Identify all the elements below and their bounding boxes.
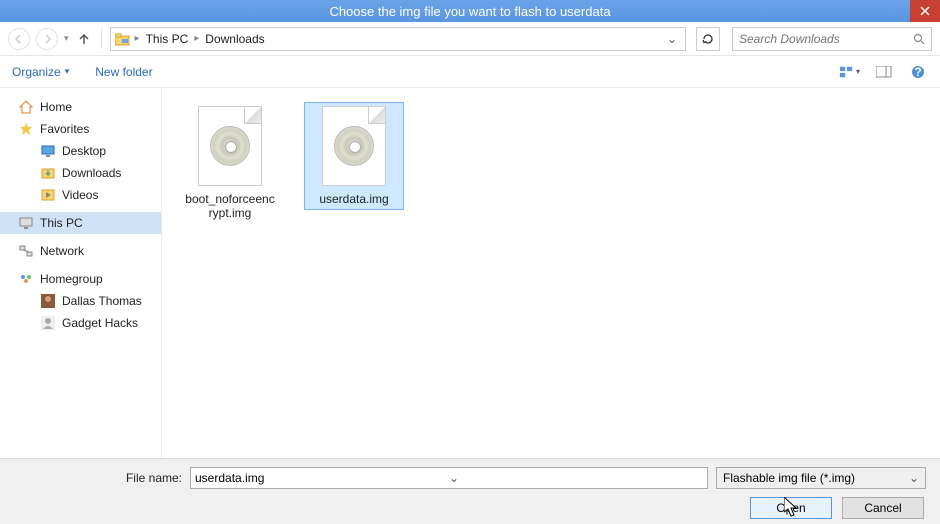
search-input[interactable]: [739, 32, 913, 46]
chevron-icon[interactable]: ▸: [135, 33, 140, 44]
sidebar-item-user2[interactable]: Gadget Hacks: [0, 312, 161, 334]
breadcrumb-thispc[interactable]: This PC: [144, 32, 191, 46]
sidebar-item-videos[interactable]: Videos: [0, 184, 161, 206]
new-folder-label: New folder: [95, 65, 152, 79]
toolbar: Organize ▾ New folder ▾ ?: [0, 56, 940, 88]
sidebar-item-label: Videos: [62, 188, 98, 202]
breadcrumb-downloads[interactable]: Downloads: [203, 32, 266, 46]
file-list[interactable]: boot_noforceencrypt.img userdata.img: [162, 88, 940, 458]
disc-file-icon: [322, 106, 386, 186]
sidebar-item-label: Desktop: [62, 144, 106, 158]
sidebar-item-network[interactable]: Network: [0, 240, 161, 262]
view-button[interactable]: ▾: [840, 62, 860, 82]
filetype-filter[interactable]: Flashable img file (*.img) ⌄: [716, 467, 926, 489]
organize-button[interactable]: Organize ▾: [12, 65, 69, 79]
sidebar-item-label: Home: [40, 100, 72, 114]
avatar-icon: [40, 293, 56, 309]
close-button[interactable]: [910, 0, 940, 22]
file-name: boot_noforceencrypt.img: [184, 192, 276, 221]
forward-button[interactable]: [36, 28, 58, 50]
sidebar-item-homegroup[interactable]: Homegroup: [0, 268, 161, 290]
sidebar-item-downloads[interactable]: Downloads: [0, 162, 161, 184]
preview-pane-button[interactable]: [874, 62, 894, 82]
home-icon: [18, 99, 34, 115]
chevron-down-icon: ⌄: [909, 471, 919, 485]
svg-text:?: ?: [914, 65, 921, 79]
window-title: Choose the img file you want to flash to…: [329, 4, 610, 19]
new-folder-button[interactable]: New folder: [95, 65, 152, 79]
disc-file-icon: [198, 106, 262, 186]
downloads-icon: [40, 165, 56, 181]
homegroup-icon: [18, 271, 34, 287]
star-icon: [18, 121, 34, 137]
back-button[interactable]: [8, 28, 30, 50]
organize-label: Organize: [12, 65, 61, 79]
chevron-down-icon: ▾: [65, 66, 70, 77]
address-bar[interactable]: ▸ This PC ▸ Downloads ⌄: [110, 27, 686, 51]
nav-bar: ▾ ▸ This PC ▸ Downloads ⌄: [0, 22, 940, 56]
sidebar-item-desktop[interactable]: Desktop: [0, 140, 161, 162]
sidebar-item-label: Gadget Hacks: [62, 316, 138, 330]
main-area: Home Favorites Desktop Downloads Videos: [0, 88, 940, 458]
address-dropdown-icon[interactable]: ⌄: [663, 32, 681, 46]
up-button[interactable]: [75, 30, 93, 48]
sidebar-item-favorites[interactable]: Favorites: [0, 118, 161, 140]
refresh-button[interactable]: [696, 27, 720, 51]
avatar-icon: [40, 315, 56, 331]
bottom-bar: File name: userdata.img ⌄ Flashable img …: [0, 458, 940, 524]
sidebar-item-user1[interactable]: Dallas Thomas: [0, 290, 161, 312]
filename-label: File name:: [14, 471, 182, 485]
filename-input[interactable]: userdata.img ⌄: [190, 467, 708, 489]
videos-icon: [40, 187, 56, 203]
sidebar-item-label: Homegroup: [40, 272, 103, 286]
sidebar-item-label: Network: [40, 244, 84, 258]
sidebar-item-label: Dallas Thomas: [62, 294, 142, 308]
file-item-selected[interactable]: userdata.img: [304, 102, 404, 210]
file-name: userdata.img: [308, 192, 400, 206]
pc-icon: [18, 215, 34, 231]
title-bar: Choose the img file you want to flash to…: [0, 0, 940, 22]
network-icon: [18, 243, 34, 259]
pc-icon: [115, 32, 131, 46]
open-label: Open: [776, 501, 805, 515]
search-box[interactable]: [732, 27, 932, 51]
separator: [101, 29, 102, 49]
file-item[interactable]: boot_noforceencrypt.img: [180, 102, 280, 225]
filename-value: userdata.img: [195, 471, 449, 485]
help-button[interactable]: ?: [908, 62, 928, 82]
chevron-down-icon[interactable]: ⌄: [449, 471, 703, 485]
cancel-label: Cancel: [864, 501, 901, 515]
recent-dropdown-icon[interactable]: ▾: [64, 33, 69, 44]
sidebar-item-thispc[interactable]: This PC: [0, 212, 161, 234]
sidebar: Home Favorites Desktop Downloads Videos: [0, 88, 162, 458]
desktop-icon: [40, 143, 56, 159]
cancel-button[interactable]: Cancel: [842, 497, 924, 519]
sidebar-item-home[interactable]: Home: [0, 96, 161, 118]
sidebar-item-label: This PC: [40, 216, 83, 230]
sidebar-item-label: Favorites: [40, 122, 89, 136]
filter-label: Flashable img file (*.img): [723, 471, 855, 485]
open-button[interactable]: Open: [750, 497, 832, 519]
search-icon[interactable]: [913, 33, 925, 45]
chevron-icon[interactable]: ▸: [194, 33, 199, 44]
sidebar-item-label: Downloads: [62, 166, 121, 180]
